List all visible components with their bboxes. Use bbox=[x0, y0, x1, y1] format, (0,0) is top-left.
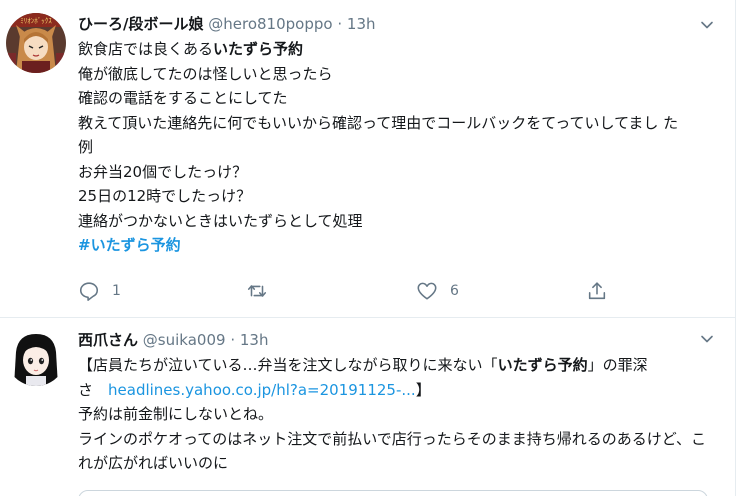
chevron-down-icon[interactable] bbox=[700, 332, 714, 346]
tweet-header: 西爪さん @suika009 · 13h bbox=[78, 328, 268, 352]
retweet-button[interactable] bbox=[246, 278, 280, 304]
tweet-timestamp[interactable]: 13h bbox=[347, 15, 376, 33]
tweet-text-bold: いたずら予約 bbox=[213, 40, 304, 58]
display-name[interactable]: ひーろ/段ボール娘 bbox=[78, 15, 203, 33]
retweet-icon bbox=[247, 285, 267, 297]
tweet-header: ひーろ/段ボール娘 @hero810poppo · 13h bbox=[78, 12, 376, 36]
display-name[interactable]: 西爪さん bbox=[78, 331, 138, 349]
tweet-text-segment: 【店員たちが泣いている…弁当を注文しながら取りに来ない「 bbox=[78, 356, 498, 374]
tweet-line: 【店員たちが泣いている…弁当を注文しながら取りに来ない「いたずら予約」の罪深 bbox=[78, 353, 728, 378]
tweet-line: さ headlines.yahoo.co.jp/hl?a=20191125-..… bbox=[78, 378, 728, 403]
article-link[interactable]: headlines.yahoo.co.jp/hl?a=20191125-... bbox=[108, 381, 416, 399]
tweet-line: 連絡がつかないときはいたずらとして処理 bbox=[78, 211, 363, 230]
timeline-right-border bbox=[735, 0, 736, 496]
reply-icon bbox=[79, 282, 99, 301]
tweet-timestamp[interactable]: 13h bbox=[240, 331, 269, 349]
tweet-text-segment: さ bbox=[78, 380, 109, 399]
reply-button[interactable]: 1 bbox=[78, 278, 121, 304]
tweet-text-segment: 】 bbox=[415, 380, 431, 399]
tweet-1[interactable]: ﾐﾘｵﾝﾎﾞｯｸｽ ひーろ/段ボール娘 @hero810poppo · 13h … bbox=[0, 0, 735, 318]
header-separator: · bbox=[337, 15, 343, 33]
tweet-text: 飲食店では良くあるいたずら予約 俺が徹底してたのは怪しいと思ったら 確認の電話を… bbox=[78, 37, 728, 258]
tweet-text-segment: 飲食店では良くある bbox=[78, 40, 214, 58]
reply-count: 1 bbox=[112, 283, 121, 299]
tweet-line: 例 bbox=[78, 138, 94, 156]
tweet-actions: 1 6 bbox=[78, 278, 638, 304]
header-separator: · bbox=[230, 331, 236, 349]
link-card-preview[interactable] bbox=[78, 490, 708, 496]
tweet-line: 予約は前金制にしないとね。 bbox=[78, 405, 274, 423]
svg-text:ﾐﾘｵﾝﾎﾞｯｸｽ: ﾐﾘｵﾝﾎﾞｯｸｽ bbox=[20, 17, 52, 25]
tweet-line: 教えて頂いた連絡先に何でもいいから確認って理由でコールバックをてっていしてまし … bbox=[78, 113, 679, 132]
heart-icon bbox=[417, 282, 437, 300]
tweet-line: 25日の12時でしたっけ？ bbox=[78, 187, 252, 205]
tweet-line: ラインのポケオってのはネット注文で前払いで店行ったらそのまま持ち帰れるのあるけど… bbox=[78, 429, 707, 448]
user-handle[interactable]: @hero810poppo bbox=[208, 15, 332, 33]
tweet-text: 【店員たちが泣いている…弁当を注文しながら取りに来ない「いたずら予約」の罪深 さ… bbox=[78, 353, 728, 476]
tweet-text-bold: いたずら予約 bbox=[497, 356, 588, 374]
avatar[interactable] bbox=[6, 326, 66, 386]
share-button[interactable] bbox=[586, 278, 608, 304]
user-handle[interactable]: @suika009 bbox=[143, 331, 226, 349]
tweet-line: 俺が徹底してたのは怪しいと思ったら bbox=[78, 64, 333, 83]
tweet-line: お弁当20個でしたっけ？ bbox=[78, 162, 248, 181]
tweet-line: れが広がればいいのに bbox=[78, 454, 229, 472]
hashtag-link[interactable]: #いたずら予約 bbox=[78, 233, 728, 258]
tweet-2[interactable]: 西爪さん @suika009 · 13h 【店員たちが泣いている…弁当を注文しな… bbox=[0, 318, 735, 496]
avatar[interactable]: ﾐﾘｵﾝﾎﾞｯｸｽ bbox=[6, 13, 66, 73]
tweet-text-segment: 」の罪深 bbox=[587, 356, 648, 374]
tweet-line: 飲食店では良くあるいたずら予約 bbox=[78, 37, 728, 62]
chevron-down-icon[interactable] bbox=[700, 18, 714, 32]
like-button[interactable]: 6 bbox=[416, 278, 459, 304]
tweet-line: 確認の電話をすることにしてた bbox=[78, 89, 288, 107]
like-count: 6 bbox=[450, 283, 459, 299]
share-icon bbox=[588, 282, 606, 300]
